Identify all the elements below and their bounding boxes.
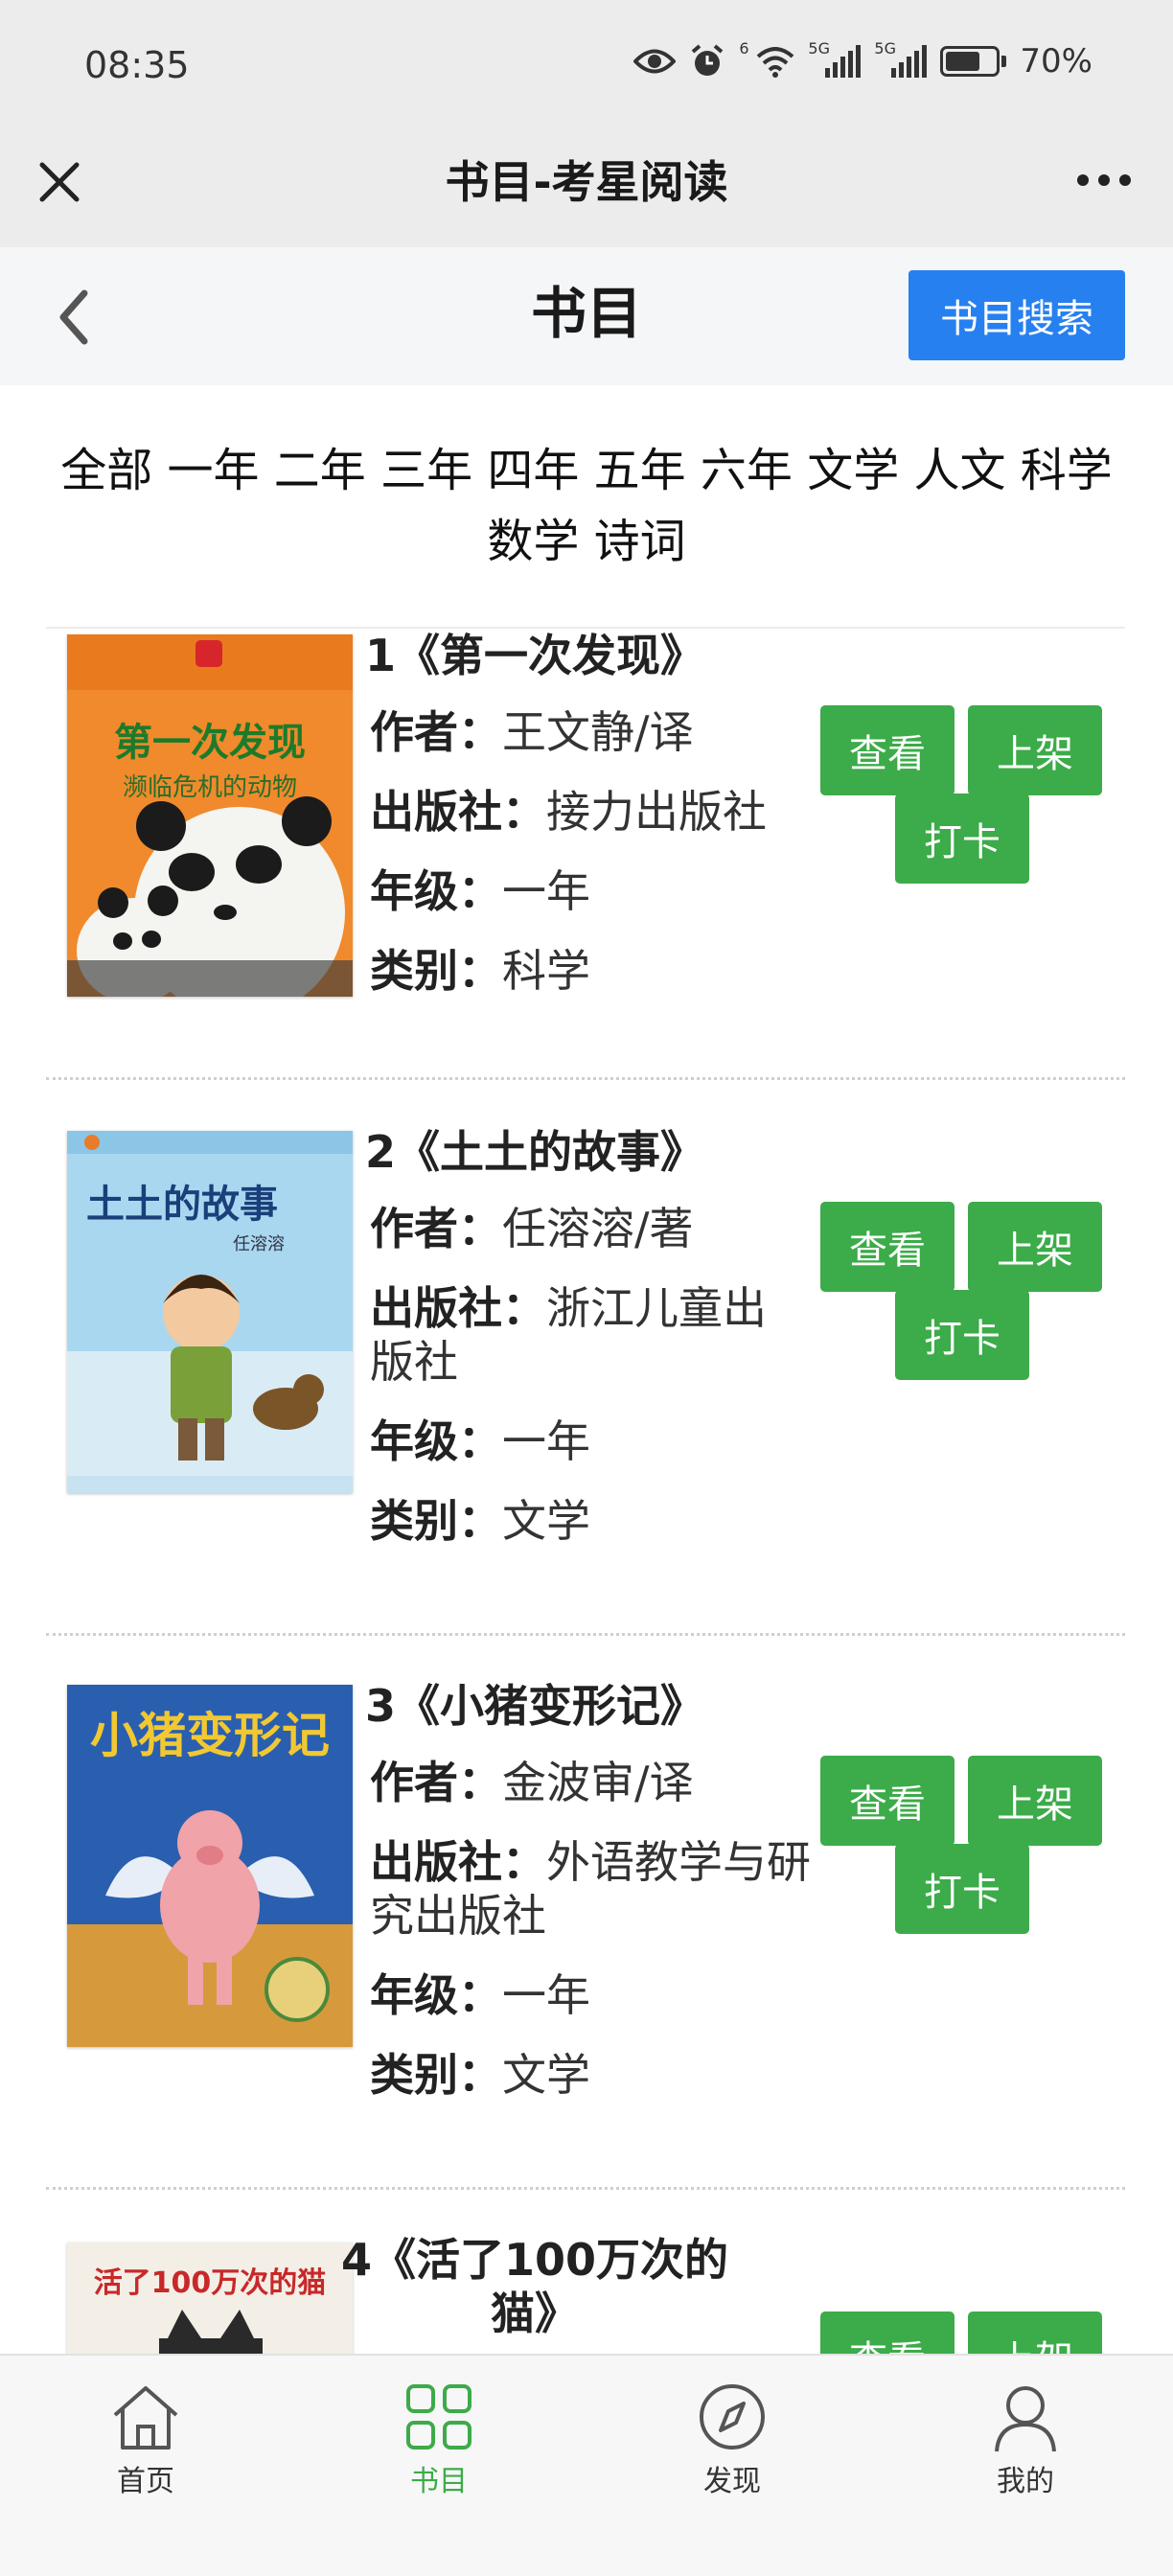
signal-icon: 5G <box>808 39 862 78</box>
compass-icon <box>700 2384 765 2450</box>
eye-icon <box>633 49 677 74</box>
view-button[interactable]: 查看 <box>820 705 954 795</box>
category-row: 类别：文学 <box>370 1495 590 1547</box>
book-title[interactable]: 2《土土的故事》 <box>343 1125 726 1179</box>
tab-label: 首页 <box>117 2465 174 2498</box>
battery-text: 70% <box>1020 42 1092 80</box>
author-row: 作者：金波审/译 <box>370 1757 694 1808</box>
bottom-tab-bar: 首页 书目 发现 我的 <box>0 2354 1173 2576</box>
author-value: 王文静/译 <box>502 706 694 758</box>
status-bar: 08:35 6 5G 5G 70% <box>0 0 1173 136</box>
divider <box>46 1633 1125 1636</box>
book-title[interactable]: 4《活了100万次的猫》 <box>334 2233 736 2340</box>
category-value: 科学 <box>502 945 590 997</box>
category-filter: 全部 一年 二年 三年 四年 五年 六年 文学 人文 科学 数学 诗词 <box>42 435 1131 577</box>
tab-label: 发现 <box>703 2465 761 2498</box>
author-value: 任溶溶/著 <box>502 1203 694 1254</box>
author-row: 作者：王文静/译 <box>370 706 694 758</box>
category-grade-1[interactable]: 一年 <box>168 444 260 497</box>
tab-mine[interactable]: 我的 <box>930 2380 1121 2499</box>
book-cover[interactable]: 小猪变形记 <box>67 1685 353 2047</box>
signal-icon: 5G <box>874 39 928 78</box>
book-info: 作者：王文静/译 出版社：接力出版社 年级：一年 类别：科学 <box>370 705 830 1024</box>
category-grade-2[interactable]: 二年 <box>274 444 366 497</box>
tab-label: 书目 <box>410 2465 468 2498</box>
category-row: 类别：文学 <box>370 2049 590 2101</box>
svg-text:活了100万次的猫: 活了100万次的猫 <box>94 2266 327 2300</box>
wifi-icon: 6 <box>739 39 794 78</box>
status-icons: 6 5G 5G 70% <box>633 39 1092 80</box>
status-time: 08:35 <box>84 44 190 86</box>
divider <box>46 1077 1125 1080</box>
svg-text:小猪变形记: 小猪变形记 <box>90 1708 330 1763</box>
shelve-button[interactable]: 上架 <box>968 705 1102 795</box>
grade-value: 一年 <box>502 865 590 917</box>
category-science[interactable]: 科学 <box>1021 444 1113 497</box>
category-row: 类别：科学 <box>370 945 590 997</box>
view-button[interactable]: 查看 <box>820 1202 954 1292</box>
grade-value: 一年 <box>502 1969 590 2021</box>
checkin-button[interactable]: 打卡 <box>895 1290 1029 1380</box>
grade-row: 年级：一年 <box>370 1969 590 2021</box>
window-title: 书目-考星阅读 <box>445 156 728 208</box>
book-search-button[interactable]: 书目搜索 <box>908 270 1125 360</box>
home-icon <box>113 2386 178 2450</box>
tab-discover[interactable]: 发现 <box>636 2380 828 2499</box>
publisher-row: 出版社：浙江儿童出版社 <box>370 1282 767 1388</box>
view-button[interactable]: 查看 <box>820 1756 954 1846</box>
publisher-row: 出版社：外语教学与研究出版社 <box>370 1836 811 1942</box>
divider <box>46 2187 1125 2190</box>
wechat-title-bar: 书目-考星阅读 <box>0 136 1173 247</box>
book-info: 作者：任溶溶/著 出版社：浙江儿童出版社 年级：一年 类别：文学 <box>370 1202 830 1574</box>
book-title[interactable]: 1《第一次发现》 <box>343 629 726 682</box>
battery-icon <box>940 46 1007 77</box>
page-header: 书目 书目搜索 <box>0 247 1173 385</box>
checkin-button[interactable]: 打卡 <box>895 1844 1029 1934</box>
book-title[interactable]: 3《小猪变形记》 <box>343 1679 726 1733</box>
category-grade-4[interactable]: 四年 <box>487 444 579 497</box>
publisher-row: 出版社：接力出版社 <box>370 786 767 838</box>
category-grade-3[interactable]: 三年 <box>380 444 472 497</box>
svg-text:任溶溶: 任溶溶 <box>233 1234 285 1254</box>
tab-label: 我的 <box>997 2465 1054 2498</box>
author-value: 金波审/译 <box>502 1757 694 1808</box>
book-cover[interactable]: 土土的故事 任溶溶 <box>67 1131 353 1493</box>
more-icon[interactable] <box>1077 169 1131 192</box>
book-info: 作者：金波审/译 出版社：外语教学与研究出版社 年级：一年 类别：文学 <box>370 1756 830 2128</box>
grade-row: 年级：一年 <box>370 865 590 917</box>
grade-value: 一年 <box>502 1415 590 1467</box>
svg-text:濒临危机的动物: 濒临危机的动物 <box>123 773 297 802</box>
shelve-button[interactable]: 上架 <box>968 1756 1102 1846</box>
category-all[interactable]: 全部 <box>60 444 152 497</box>
checkin-button[interactable]: 打卡 <box>895 794 1029 884</box>
category-humanities[interactable]: 人文 <box>913 444 1005 497</box>
shelve-button[interactable]: 上架 <box>968 1202 1102 1292</box>
alarm-icon <box>692 44 724 76</box>
category-value: 文学 <box>502 2049 590 2101</box>
category-poetry[interactable]: 诗词 <box>594 515 686 568</box>
tab-catalog[interactable]: 书目 <box>343 2380 535 2499</box>
svg-text:土土的故事: 土土的故事 <box>86 1183 278 1227</box>
grade-row: 年级：一年 <box>370 1415 590 1467</box>
category-grade-6[interactable]: 六年 <box>701 444 793 497</box>
category-literature[interactable]: 文学 <box>807 444 899 497</box>
category-grade-5[interactable]: 五年 <box>594 444 686 497</box>
grid-icon <box>406 2384 472 2450</box>
category-value: 文学 <box>502 1495 590 1547</box>
tab-home[interactable]: 首页 <box>50 2380 242 2499</box>
category-math[interactable]: 数学 <box>487 515 579 568</box>
svg-text:第一次发现: 第一次发现 <box>114 721 306 765</box>
publisher-value: 接力出版社 <box>546 786 767 838</box>
book-cover[interactable]: 第一次发现 濒临危机的动物 <box>67 634 353 997</box>
back-icon[interactable] <box>52 286 100 349</box>
author-row: 作者：任溶溶/著 <box>370 1203 694 1254</box>
user-icon <box>995 2386 1056 2452</box>
